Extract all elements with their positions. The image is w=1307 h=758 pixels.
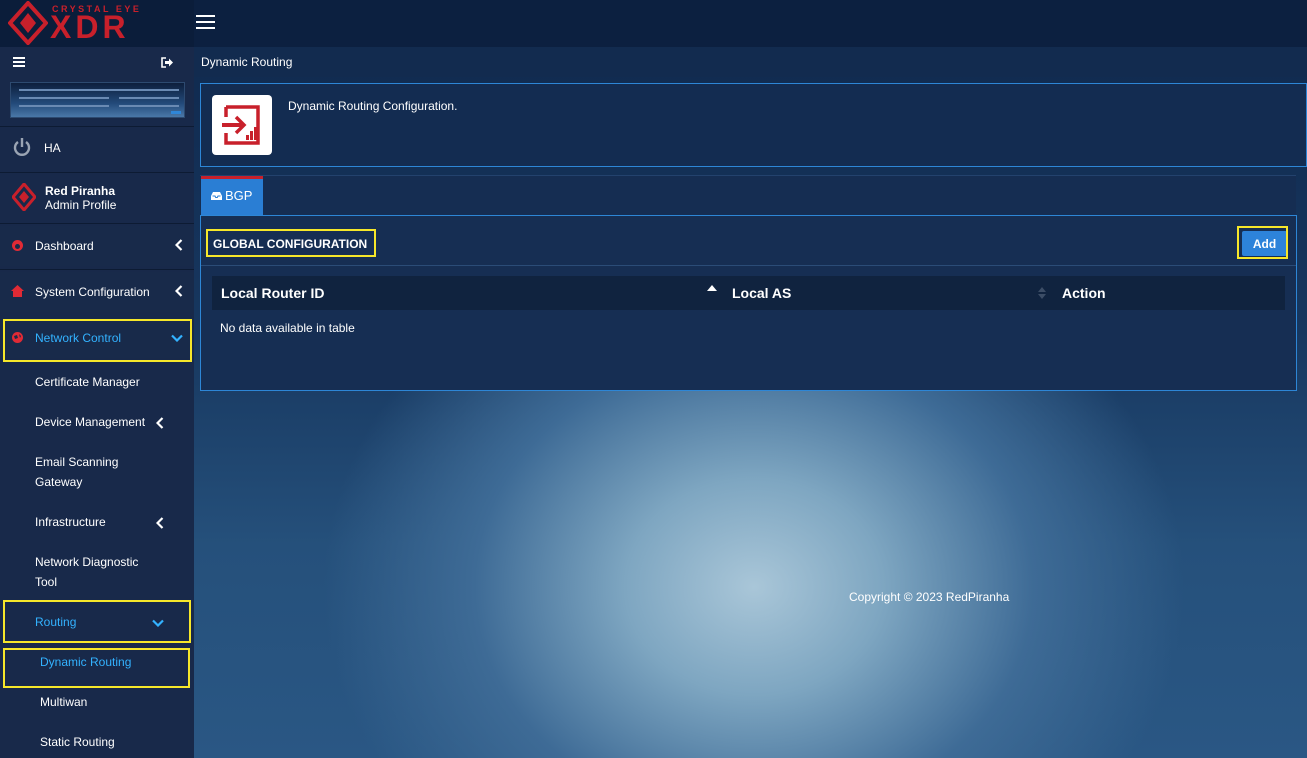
chevron-left-icon bbox=[156, 517, 164, 529]
sidebar-item-label: Network Diagnostic bbox=[35, 555, 139, 569]
divider bbox=[0, 269, 194, 270]
tab-bar: BGP bbox=[200, 175, 1296, 216]
column-header-local-as[interactable]: Local AS bbox=[732, 285, 791, 301]
profile-name: Red Piranha bbox=[45, 184, 116, 198]
sidebar-item-device-management[interactable]: Device Management bbox=[0, 412, 194, 432]
chevron-left-icon bbox=[175, 239, 183, 251]
profile-role: Admin Profile bbox=[45, 198, 117, 212]
highlight-network-control bbox=[3, 319, 192, 362]
red-piranha-logo-icon bbox=[12, 183, 36, 211]
dashboard-gauge-icon bbox=[12, 240, 23, 251]
sidebar-item-label: Device Management bbox=[35, 415, 146, 429]
highlight-add-button bbox=[1237, 226, 1288, 259]
power-icon bbox=[13, 138, 31, 156]
sidebar-item-label-line2: Tool bbox=[35, 575, 58, 589]
sidebar-item-ha[interactable]: HA bbox=[0, 127, 194, 167]
sidebar-item-label-line2: Gateway bbox=[35, 475, 83, 489]
sidebar-item-dashboard[interactable]: Dashboard bbox=[0, 226, 194, 266]
sidebar-item-certificate-manager[interactable]: Certificate Manager bbox=[0, 372, 194, 392]
column-header-action: Action bbox=[1062, 285, 1106, 301]
divider bbox=[0, 223, 194, 224]
copyright-text: Copyright © 2023 RedPiranha bbox=[849, 590, 1010, 604]
column-header-local-router-id[interactable]: Local Router ID bbox=[221, 285, 324, 301]
home-icon bbox=[11, 285, 24, 297]
sidebar-toolbar bbox=[0, 47, 194, 77]
sidebar-item-label: Infrastructure bbox=[35, 515, 106, 529]
sidebar-item-multiwan[interactable]: Multiwan bbox=[0, 692, 194, 712]
sidebar-item-label: Certificate Manager bbox=[35, 375, 140, 389]
main-content: Dynamic Routing Dynamic Routing Configur… bbox=[194, 47, 1307, 758]
sort-icon[interactable] bbox=[1038, 287, 1046, 299]
highlight-dynamic-routing bbox=[3, 648, 190, 688]
sidebar-item-label: Static Routing bbox=[40, 735, 115, 749]
dashboard-thumbnail[interactable] bbox=[10, 82, 185, 118]
tab-label: BGP bbox=[225, 188, 253, 203]
chevron-left-icon bbox=[156, 417, 164, 429]
crystal-eye-logo-icon bbox=[8, 1, 48, 45]
page-header-card: Dynamic Routing Configuration. bbox=[200, 83, 1307, 167]
sidebar: HA Red Piranha Admin Profile Dashboard S… bbox=[0, 47, 194, 758]
sidebar-item-label: Multiwan bbox=[40, 695, 88, 709]
sort-ascending-icon[interactable] bbox=[707, 285, 717, 291]
highlight-panel-title bbox=[206, 229, 376, 257]
page-description: Dynamic Routing Configuration. bbox=[288, 99, 458, 113]
breadcrumb: Dynamic Routing bbox=[194, 47, 1307, 77]
sidebar-item-infrastructure[interactable]: Infrastructure bbox=[0, 512, 194, 532]
brand-name: XDR bbox=[50, 9, 130, 45]
sidebar-item-label: System Configuration bbox=[35, 285, 150, 299]
sidebar-item-system-configuration[interactable]: System Configuration bbox=[0, 272, 194, 312]
top-bar: CRYSTAL EYE XDR bbox=[0, 0, 1307, 47]
sidebar-item-static-routing[interactable]: Static Routing bbox=[0, 732, 194, 752]
sidebar-item-network-diagnostic-tool[interactable]: Network Diagnostic Tool bbox=[0, 552, 194, 592]
sidebar-item-label: Dashboard bbox=[35, 239, 94, 253]
divider bbox=[0, 172, 194, 173]
empty-table-message: No data available in table bbox=[220, 321, 355, 335]
tab-bgp[interactable]: BGP bbox=[201, 176, 263, 216]
admin-profile[interactable]: Red Piranha Admin Profile bbox=[0, 175, 194, 219]
chevron-left-icon bbox=[175, 285, 183, 297]
inbox-icon bbox=[211, 192, 222, 200]
global-configuration-panel: GLOBAL CONFIGURATION Add Local Router ID… bbox=[200, 215, 1297, 391]
sidebar-item-email-scanning-gateway[interactable]: Email Scanning Gateway bbox=[0, 452, 194, 492]
highlight-routing bbox=[3, 600, 191, 643]
brand-logo[interactable]: CRYSTAL EYE XDR bbox=[0, 0, 194, 47]
hamburger-menu-icon[interactable] bbox=[196, 14, 215, 30]
sidebar-item-label: Email Scanning bbox=[35, 455, 119, 469]
table-header: Local Router ID Local AS Action bbox=[212, 276, 1285, 310]
ha-label: HA bbox=[44, 141, 61, 155]
collapse-sidebar-icon[interactable] bbox=[13, 57, 25, 67]
page-title: Dynamic Routing bbox=[201, 55, 293, 69]
logout-icon[interactable] bbox=[161, 57, 173, 68]
dynamic-routing-icon bbox=[212, 95, 272, 155]
